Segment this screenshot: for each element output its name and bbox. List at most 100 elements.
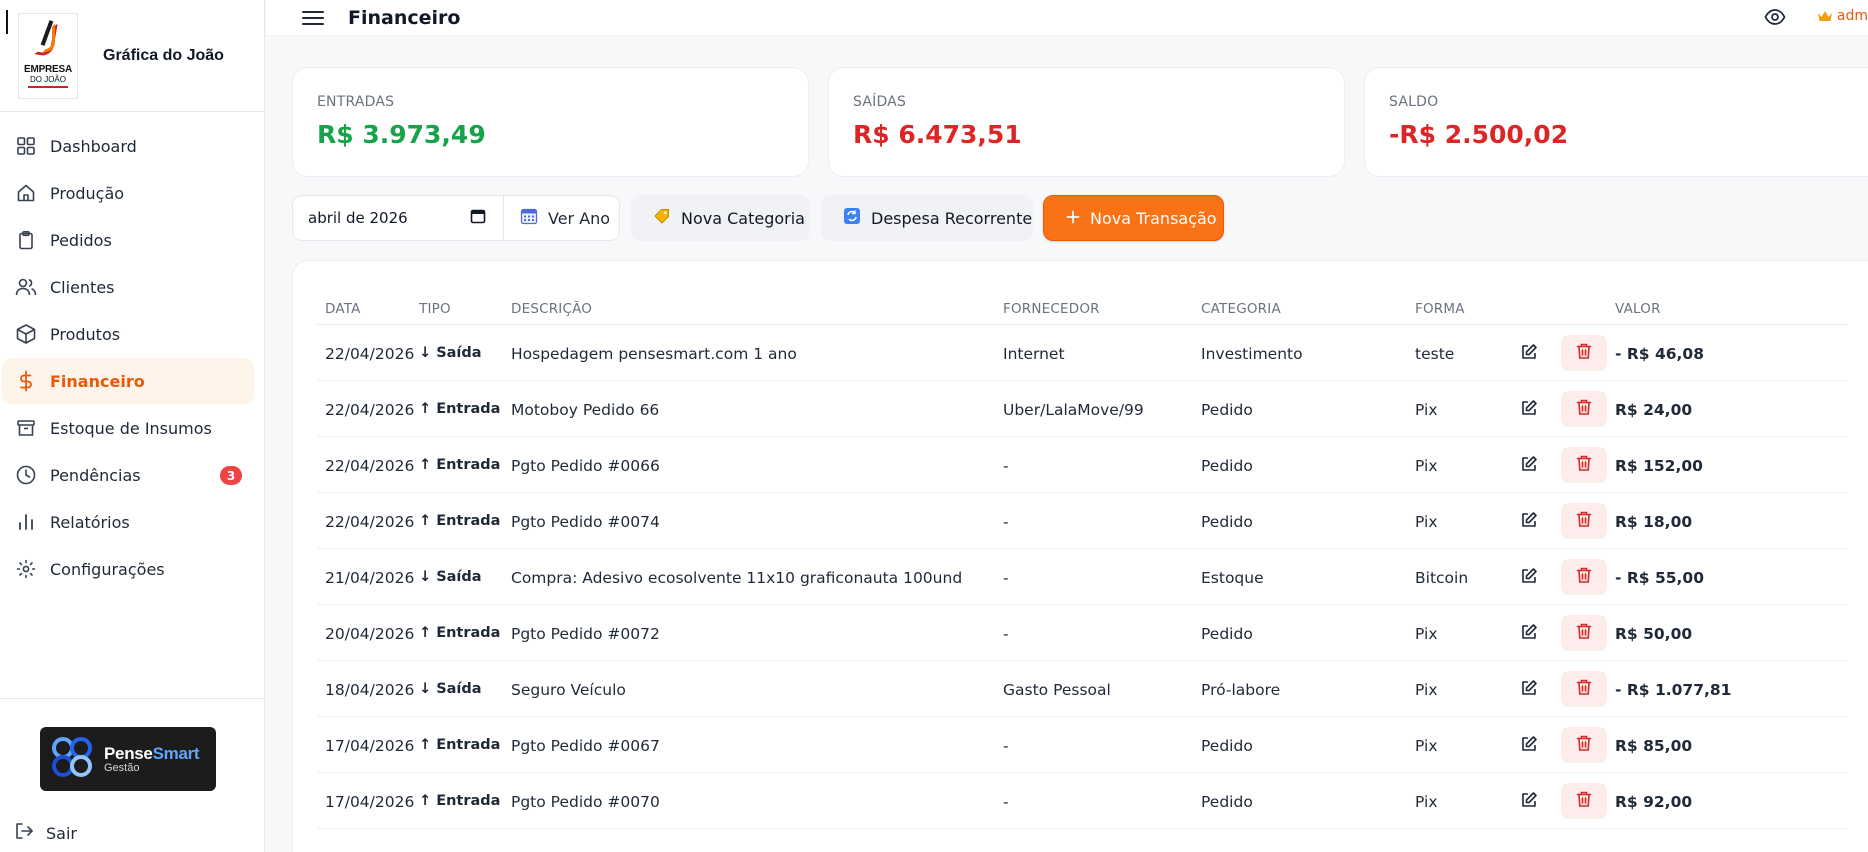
col-header-tipo: TIPO <box>419 301 451 317</box>
cell-description: Pgto Pedido #0072 <box>511 625 660 643</box>
user-name: adm <box>1836 8 1868 24</box>
box-icon <box>14 322 38 346</box>
cell-value: - R$ 46,08 <box>1615 345 1704 363</box>
edit-button[interactable] <box>1511 338 1547 370</box>
cell-description: Pgto Pedido #0070 <box>511 793 660 811</box>
user-menu[interactable]: adm <box>1817 8 1868 24</box>
logo-text-line1: EMPRESA <box>23 63 73 75</box>
sidebar-item-configuracoes[interactable]: Configurações <box>2 546 254 592</box>
saldo-value: -R$ 2.500,02 <box>1389 120 1569 149</box>
delete-button[interactable] <box>1561 671 1607 707</box>
cell-supplier: - <box>1003 569 1009 587</box>
cell-method: Pix <box>1415 513 1438 531</box>
sidebar-item-financeiro[interactable]: Financeiro <box>2 358 254 404</box>
sidebar-item-label: Financeiro <box>50 371 145 391</box>
logo-text-line2: DO JOÃO <box>29 74 66 84</box>
cell-method: Pix <box>1415 681 1438 699</box>
trash-icon <box>1576 790 1592 812</box>
cell-date: 22/04/2026 <box>325 457 415 475</box>
cell-supplier: Gasto Pessoal <box>1003 681 1111 699</box>
delete-button[interactable] <box>1561 335 1607 371</box>
cell-supplier: - <box>1003 737 1009 755</box>
cell-value: R$ 92,00 <box>1615 793 1693 811</box>
settings-icon <box>14 557 38 581</box>
edit-icon <box>1520 511 1538 533</box>
cell-type: ↓ Saída <box>419 681 482 697</box>
cell-date: 17/04/2026 <box>325 793 415 811</box>
cell-value: - R$ 1.077,81 <box>1615 681 1732 699</box>
cell-category: Investimento <box>1201 345 1303 363</box>
logout-button[interactable]: Sair <box>14 818 77 848</box>
cell-value: R$ 18,00 <box>1615 513 1693 531</box>
sidebar-item-pendencias[interactable]: Pendências 3 <box>2 452 254 498</box>
cell-category: Pedido <box>1201 513 1253 531</box>
delete-button[interactable] <box>1561 783 1607 819</box>
sidebar-item-relatorios[interactable]: Relatórios <box>2 499 254 545</box>
trash-icon <box>1576 510 1592 532</box>
new-category-button[interactable]: Nova Categoria <box>631 195 810 241</box>
sidebar-item-label: Configurações <box>50 559 165 579</box>
recurring-expense-button[interactable]: Despesa Recorrente <box>821 195 1033 241</box>
cell-category: Pedido <box>1201 625 1253 643</box>
saldo-label: SALDO <box>1389 94 1439 110</box>
cell-type: ↑ Entrada <box>419 737 501 753</box>
sidebar-item-pedidos[interactable]: Pedidos <box>2 217 254 263</box>
new-transaction-button[interactable]: Nova Transação <box>1043 195 1224 241</box>
edit-button[interactable] <box>1511 394 1547 426</box>
edit-button[interactable] <box>1511 730 1547 762</box>
edit-icon <box>1520 455 1538 477</box>
pendencias-count-badge: 3 <box>220 466 242 485</box>
sidebar-item-label: Produção <box>50 183 125 203</box>
sidebar-item-estoque-de-insumos[interactable]: Estoque de Insumos <box>2 405 254 451</box>
cell-date: 21/04/2026 <box>325 569 415 587</box>
sidebar-item-label: Estoque de Insumos <box>50 418 212 438</box>
sidebar-item-producao[interactable]: Produção <box>2 170 254 216</box>
month-input[interactable]: abril de 2026 <box>308 209 468 227</box>
saidas-label: SAÍDAS <box>853 94 907 110</box>
sidebar-item-clientes[interactable]: Clientes <box>2 264 254 310</box>
menu-toggle-button[interactable] <box>302 7 324 29</box>
delete-button[interactable] <box>1561 559 1607 595</box>
edit-button[interactable] <box>1511 450 1547 482</box>
edit-button[interactable] <box>1511 618 1547 650</box>
tag-icon <box>653 207 671 229</box>
sidebar-item-dashboard[interactable]: Dashboard <box>2 123 254 169</box>
col-header-valor: VALOR <box>1615 301 1661 317</box>
pensesmart-logo-text-a: Pense <box>104 744 153 763</box>
delete-button[interactable] <box>1561 503 1607 539</box>
col-header-fornecedor: FORNECEDOR <box>1003 301 1100 317</box>
trash-icon <box>1576 454 1592 476</box>
saidas-value: R$ 6.473,51 <box>853 120 1022 149</box>
cell-value: R$ 85,00 <box>1615 737 1693 755</box>
edit-button[interactable] <box>1511 562 1547 594</box>
cell-supplier: - <box>1003 793 1009 811</box>
table-row: 21/04/2026 ↓ Saída Compra: Adesivo ecosolv… <box>317 549 1847 605</box>
entradas-card: ENTRADAS R$ 3.973,49 <box>292 67 809 177</box>
cell-description: Pgto Pedido #0074 <box>511 513 660 531</box>
topbar: Financeiro adm <box>266 0 1868 36</box>
cell-method: Pix <box>1415 401 1438 419</box>
delete-button[interactable] <box>1561 727 1607 763</box>
cell-date: 17/04/2026 <box>325 737 415 755</box>
cell-category: Pró-labore <box>1201 681 1281 699</box>
edit-button[interactable] <box>1511 674 1547 706</box>
logout-icon <box>14 821 34 845</box>
table-row: 20/04/2026 ↑ Entrada Pgto Pedido #0072 - Ped… <box>317 605 1847 661</box>
table-header: DATA TIPO DESCRIÇÃO FORNECEDOR CATEGORIA… <box>317 293 1847 325</box>
edit-button[interactable] <box>1511 506 1547 538</box>
delete-button[interactable] <box>1561 615 1607 651</box>
cell-method: Pix <box>1415 793 1438 811</box>
cell-description: Pgto Pedido #0067 <box>511 737 660 755</box>
sidebar-item-label: Produtos <box>50 324 121 344</box>
delete-button[interactable] <box>1561 447 1607 483</box>
sidebar-item-label: Pedidos <box>50 230 112 250</box>
eye-icon[interactable] <box>1764 6 1786 32</box>
table-row: 22/04/2026 ↑ Entrada Motoboy Pedido 66 Uber… <box>317 381 1847 437</box>
cell-category: Pedido <box>1201 737 1253 755</box>
edit-button[interactable] <box>1511 786 1547 818</box>
sidebar-item-produtos[interactable]: Produtos <box>2 311 254 357</box>
delete-button[interactable] <box>1561 391 1607 427</box>
view-year-button[interactable]: Ver Ano <box>504 196 619 240</box>
calendar-icon[interactable] <box>470 208 486 228</box>
cell-type: ↓ Saída <box>419 569 482 585</box>
